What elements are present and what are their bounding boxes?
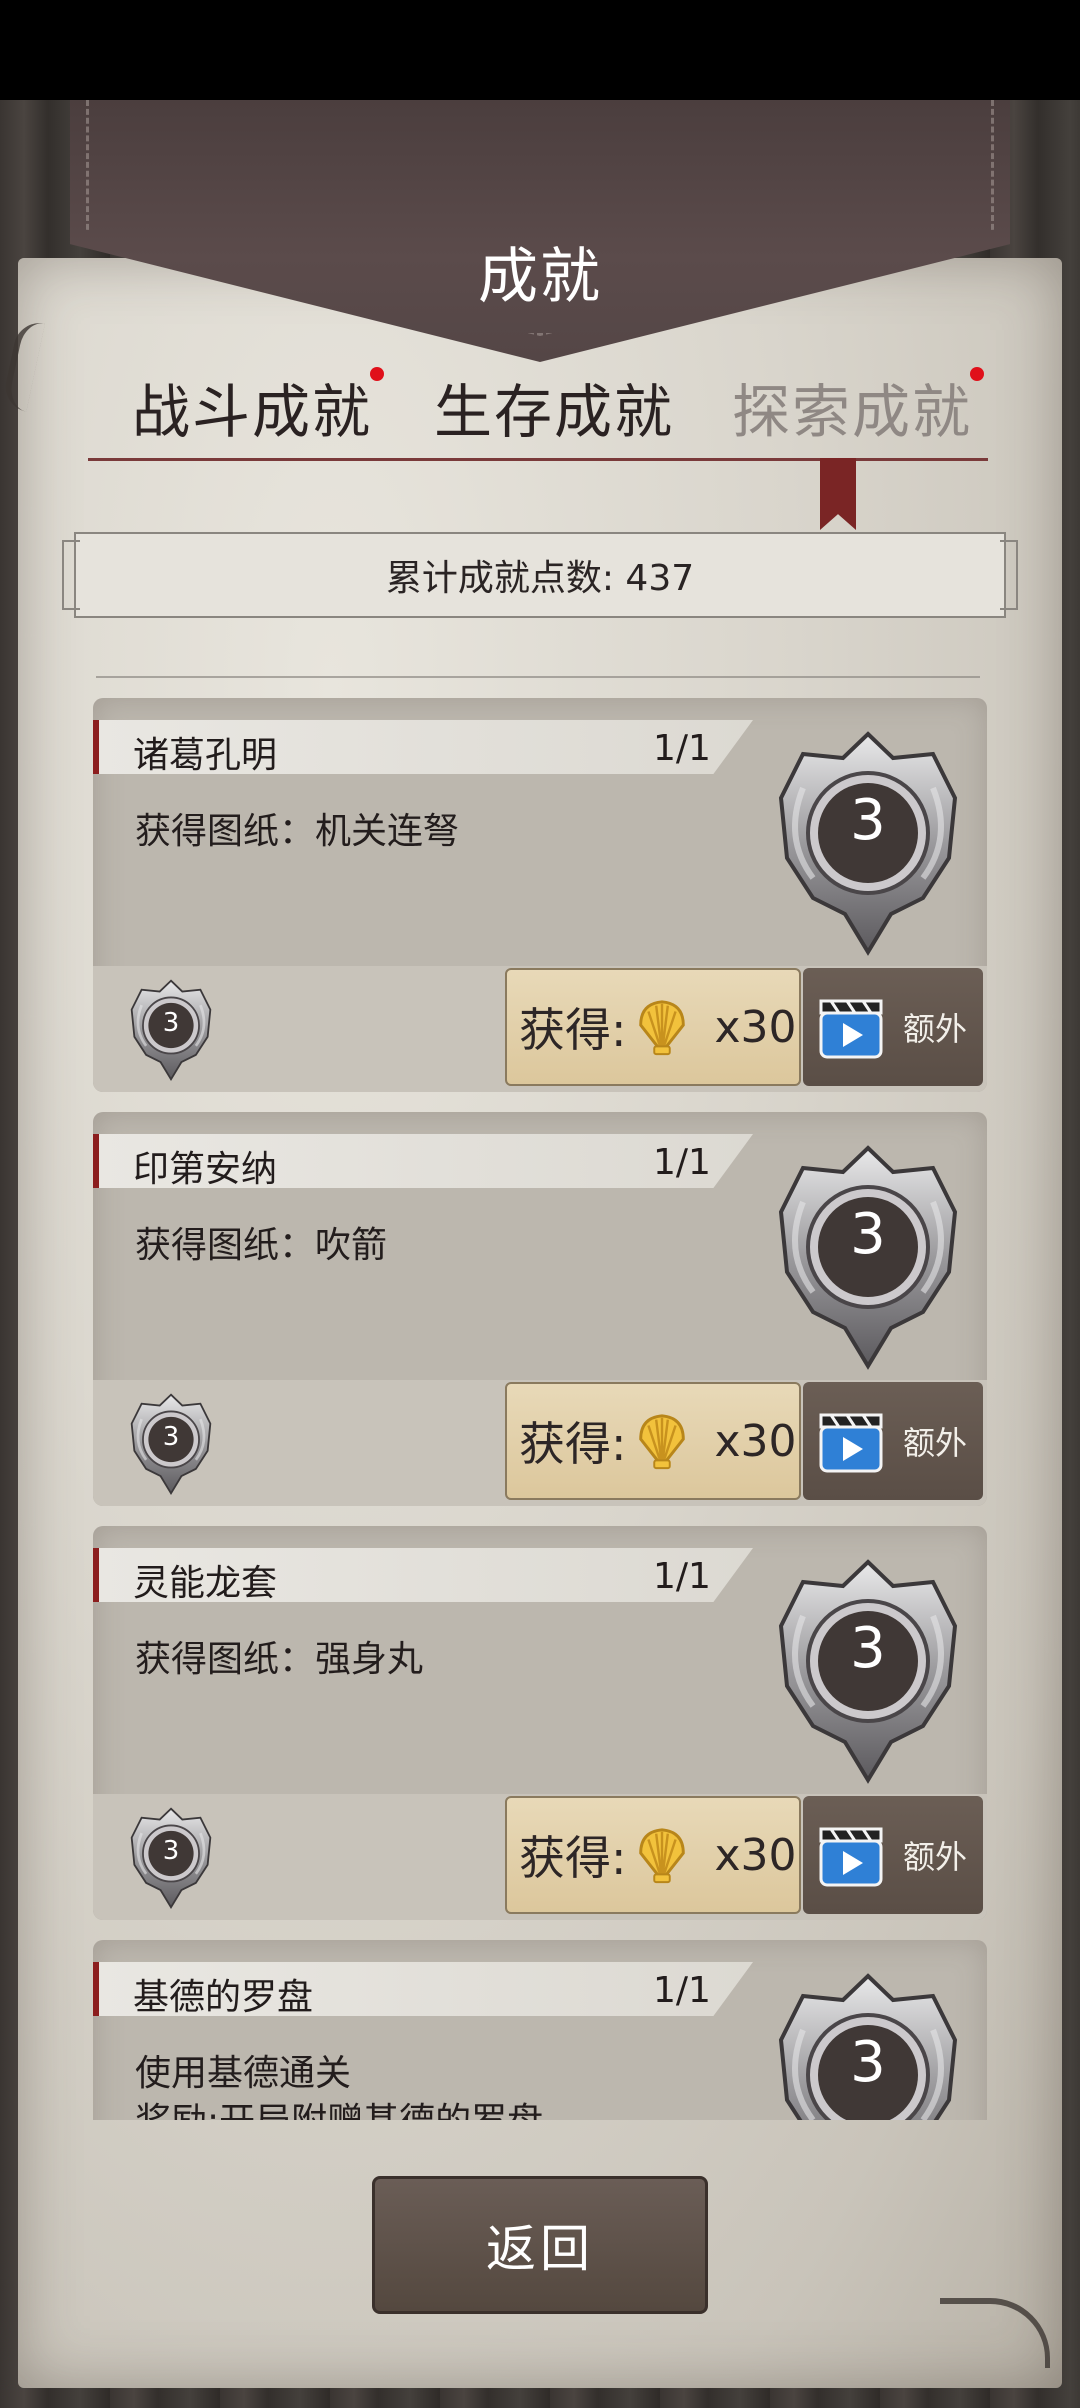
achievement-desc-line: 奖励:开局附赠基德的罗盘	[135, 2098, 543, 2120]
achievement-desc: 获得图纸：吹箭	[135, 1222, 387, 1270]
frame-corner	[1000, 540, 1018, 610]
achievement-points-box: 累计成就点数: 437	[62, 532, 1018, 618]
extra-reward-button[interactable]: 额外	[803, 968, 983, 1086]
achievement-desc: 获得图纸：机关连弩	[135, 808, 459, 856]
tab-label: 探索成就	[732, 378, 973, 446]
tab-label: 战斗成就	[132, 378, 373, 446]
achievement-medal-icon: 3	[773, 1556, 963, 1786]
small-medal-icon: 3	[121, 1392, 221, 1496]
achievement-desc-line: 获得图纸：机关连弩	[135, 811, 460, 852]
shell-currency-icon	[631, 996, 693, 1058]
divider	[96, 676, 980, 678]
tab-bar: 战斗成就 生存成就 探索成就	[90, 365, 1010, 455]
achievement-progress: 1/1	[653, 1970, 711, 2011]
shell-currency-icon	[631, 1410, 693, 1472]
claim-reward-button[interactable]: 获得: x30	[505, 1382, 801, 1500]
page-title: 成就	[478, 242, 602, 312]
achievement-card: 灵能龙套 1/1 获得图纸：强身丸 3 3 获得: x30 额外	[93, 1526, 987, 1920]
tab-exploration[interactable]: 探索成就	[732, 365, 985, 449]
achievement-card: 基德的罗盘 1/1 使用基德通关 奖励:开局附赠基德的罗盘 3 3	[93, 1940, 987, 2120]
claim-label: 获得:	[519, 1417, 627, 1471]
achievement-desc-line: 获得图纸：强身丸	[135, 1639, 424, 1680]
small-medal-value: 3	[162, 1836, 180, 1866]
achievement-name: 印第安纳	[133, 1149, 278, 1190]
achievement-medal-icon: 3	[773, 1142, 963, 1372]
small-medal-value: 3	[162, 1422, 180, 1452]
achievement-progress: 1/1	[653, 1142, 711, 1183]
tab-label: 生存成就	[434, 378, 675, 446]
achievement-progress: 1/1	[653, 1556, 711, 1597]
achievement-desc: 使用基德通关 奖励:开局附赠基德的罗盘	[135, 2050, 543, 2120]
achievement-card: 诸葛孔明 1/1 获得图纸：机关连弩 3 3 获得: x30 额外	[93, 698, 987, 1092]
back-button[interactable]: 返回	[372, 2176, 708, 2314]
achievement-progress: 1/1	[653, 728, 711, 769]
reward-quantity: x30	[714, 1829, 797, 1881]
video-ad-icon	[817, 993, 885, 1061]
extra-reward-button[interactable]: 额外	[803, 1382, 983, 1500]
medal-value: 3	[850, 2030, 886, 2095]
extra-reward-button[interactable]: 额外	[803, 1796, 983, 1914]
shell-currency-icon	[631, 1824, 693, 1886]
achievement-list[interactable]: 诸葛孔明 1/1 获得图纸：机关连弩 3 3 获得: x30 额外 印第安纳 1…	[0, 680, 1080, 2120]
achievement-name: 灵能龙套	[133, 1563, 278, 1604]
video-ad-icon	[817, 1407, 885, 1475]
achievement-medal-icon: 3	[773, 728, 963, 958]
claim-label: 获得:	[519, 1003, 627, 1057]
tab-combat[interactable]: 战斗成就	[132, 365, 385, 449]
reward-quantity: x30	[714, 1415, 797, 1467]
small-medal-value: 3	[162, 1008, 180, 1038]
notification-dot	[970, 367, 985, 381]
reward-quantity: x30	[714, 1001, 797, 1053]
frame-corner	[62, 540, 80, 610]
claim-label: 获得:	[519, 1831, 627, 1885]
claim-reward-button[interactable]: 获得: x30	[505, 1796, 801, 1914]
medal-value: 3	[850, 788, 886, 853]
achievement-medal-icon: 3	[773, 1970, 963, 2120]
status-bar	[0, 0, 1080, 100]
medal-value: 3	[850, 1616, 886, 1681]
medal-value: 3	[850, 1202, 886, 1267]
achievement-name: 基德的罗盘	[133, 1977, 314, 2018]
achievement-desc: 获得图纸：强身丸	[135, 1636, 423, 1684]
extra-label: 额外	[903, 1838, 968, 1876]
extra-label: 额外	[903, 1010, 968, 1048]
achievement-desc-line: 使用基德通关	[135, 2053, 352, 2094]
video-ad-icon	[817, 1821, 885, 1889]
extra-label: 额外	[903, 1424, 968, 1462]
small-medal-icon: 3	[121, 1806, 221, 1910]
achievement-points-label: 累计成就点数: 437	[385, 558, 695, 599]
notification-dot	[370, 367, 385, 381]
achievement-name: 诸葛孔明	[133, 735, 278, 776]
claim-reward-button[interactable]: 获得: x30	[505, 968, 801, 1086]
achievement-card: 印第安纳 1/1 获得图纸：吹箭 3 3 获得: x30 额外	[93, 1112, 987, 1506]
small-medal-icon: 3	[121, 978, 221, 1082]
achievement-desc-line: 获得图纸：吹箭	[135, 1225, 388, 1266]
tab-survival[interactable]: 生存成就	[434, 365, 674, 449]
